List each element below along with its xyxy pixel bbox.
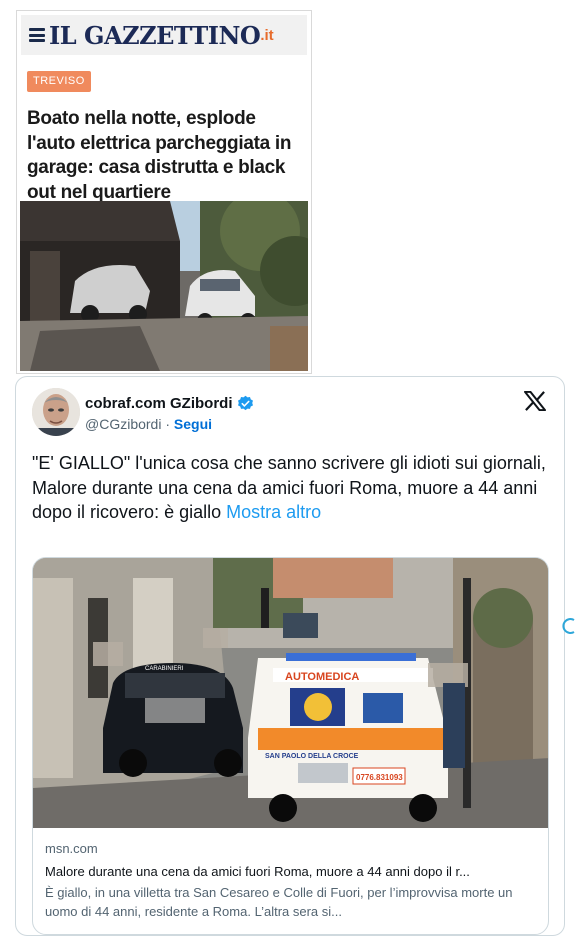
burned-garage-photo <box>20 201 308 371</box>
follow-button[interactable]: Segui <box>174 416 212 432</box>
author-name-text[interactable]: cobraf.com GZibordi <box>85 395 233 412</box>
author-handle[interactable]: @CGzibordi <box>85 416 161 432</box>
link-title[interactable]: Malore durante una cena da amici fuori R… <box>45 862 540 881</box>
show-more-link[interactable]: Mostra altro <box>226 502 321 522</box>
gazzettino-header: IL GAZZETTINO .it <box>21 15 307 55</box>
gazzettino-logo[interactable]: IL GAZZETTINO <box>49 21 261 50</box>
gazzettino-article-card: IL GAZZETTINO .it TREVISO Boato nella not… <box>16 10 312 374</box>
link-preview-card[interactable]: CARABINIERI AUTOMEDICA SAN PAOLO DELLA C… <box>32 557 549 935</box>
link-domain[interactable]: msn.com <box>45 840 540 858</box>
author-name[interactable]: cobraf.com GZibordi <box>85 395 254 412</box>
ambulance-scene-photo: CARABINIERI AUTOMEDICA SAN PAOLO DELLA C… <box>33 558 548 828</box>
gazzettino-logo-tld: .it <box>260 26 274 44</box>
link-description: È giallo, in una villetta tra San Cesare… <box>45 885 513 919</box>
ambulance-label: AUTOMEDICA <box>285 671 359 683</box>
tweet-text-line1: "E' GIALLO" l'unica cosa che sanno scriv… <box>32 453 546 473</box>
hamburger-menu-icon[interactable] <box>29 28 45 42</box>
article-headline[interactable]: Boato nella notte, esplode l'auto elettr… <box>27 107 307 205</box>
tweet-text: "E' GIALLO" l'unica cosa che sanno scriv… <box>32 451 557 525</box>
loading-spinner-icon <box>562 618 575 634</box>
x-logo-icon[interactable] <box>524 391 546 411</box>
avatar[interactable] <box>32 388 80 436</box>
category-tag[interactable]: TREVISO <box>27 71 91 92</box>
police-car-label: CARABINIERI <box>145 666 184 672</box>
verified-badge-icon <box>237 395 253 411</box>
ambulance-phone: 0776.831093 <box>356 773 403 782</box>
tweet-card: cobraf.com GZibordi @CGzibordi · Segui "… <box>15 376 565 936</box>
link-preview-info: msn.com Malore durante una cena da amici… <box>45 840 540 921</box>
ambulance-sub-label: SAN PAOLO DELLA CROCE <box>265 753 359 760</box>
author-meta: @CGzibordi · Segui <box>85 416 212 432</box>
meta-separator: · <box>165 416 171 432</box>
